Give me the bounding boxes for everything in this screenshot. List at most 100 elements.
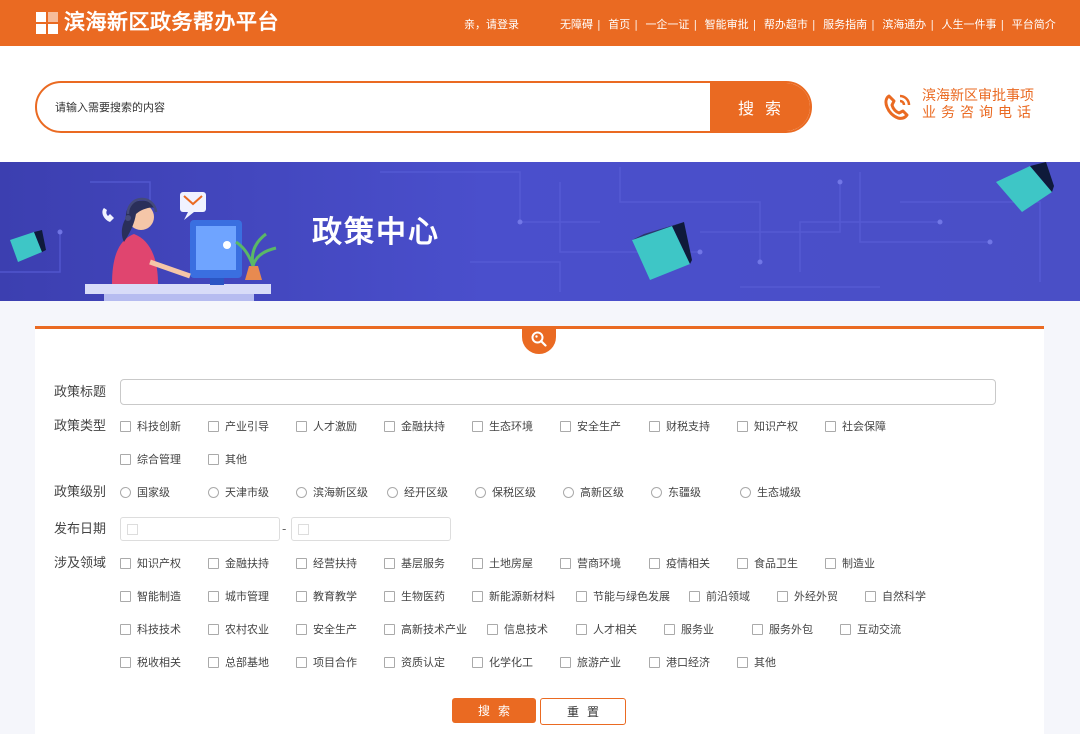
date-start-input[interactable] bbox=[120, 517, 280, 541]
nav-smart-approval[interactable]: 智能审批 bbox=[705, 18, 749, 31]
checkbox[interactable] bbox=[384, 657, 395, 668]
checkbox[interactable] bbox=[208, 454, 219, 465]
domain-option[interactable]: 智能制造 bbox=[120, 590, 181, 604]
domain-option[interactable]: 自然科学 bbox=[865, 590, 926, 604]
domain-option[interactable]: 税收相关 bbox=[120, 656, 181, 670]
policy-level-option[interactable]: 东疆级 bbox=[651, 486, 701, 500]
checkbox[interactable] bbox=[120, 657, 131, 668]
checkbox[interactable] bbox=[649, 421, 660, 432]
domain-option[interactable]: 科技技术 bbox=[120, 623, 181, 637]
radio[interactable] bbox=[120, 487, 131, 498]
domain-option[interactable]: 经营扶持 bbox=[296, 557, 357, 571]
domain-option[interactable]: 旅游产业 bbox=[560, 656, 621, 670]
checkbox[interactable] bbox=[120, 454, 131, 465]
radio[interactable] bbox=[387, 487, 398, 498]
nav-home[interactable]: 首页 bbox=[608, 18, 630, 31]
checkbox[interactable] bbox=[487, 624, 498, 635]
checkbox[interactable] bbox=[737, 421, 748, 432]
radio[interactable] bbox=[740, 487, 751, 498]
checkbox[interactable] bbox=[576, 591, 587, 602]
domain-option[interactable]: 港口经济 bbox=[649, 656, 710, 670]
policy-type-option[interactable]: 安全生产 bbox=[560, 420, 621, 434]
checkbox[interactable] bbox=[296, 591, 307, 602]
policy-level-option[interactable]: 天津市级 bbox=[208, 486, 269, 500]
radio[interactable] bbox=[296, 487, 307, 498]
domain-option[interactable]: 信息技术 bbox=[487, 623, 548, 637]
domain-option[interactable]: 前沿领域 bbox=[689, 590, 750, 604]
checkbox[interactable] bbox=[472, 657, 483, 668]
domain-option[interactable]: 疫情相关 bbox=[649, 557, 710, 571]
checkbox[interactable] bbox=[384, 558, 395, 569]
checkbox[interactable] bbox=[840, 624, 851, 635]
checkbox[interactable] bbox=[296, 624, 307, 635]
domain-option[interactable]: 化学化工 bbox=[472, 656, 533, 670]
radio[interactable] bbox=[208, 487, 219, 498]
checkbox[interactable] bbox=[384, 624, 395, 635]
checkbox[interactable] bbox=[576, 624, 587, 635]
date-end-input[interactable] bbox=[291, 517, 451, 541]
checkbox[interactable] bbox=[208, 591, 219, 602]
domain-option[interactable]: 安全生产 bbox=[296, 623, 357, 637]
nav-binhai-tongban[interactable]: 滨海通办 bbox=[882, 18, 926, 31]
checkbox[interactable] bbox=[560, 558, 571, 569]
checkbox[interactable] bbox=[296, 657, 307, 668]
radio[interactable] bbox=[651, 487, 662, 498]
domain-option[interactable]: 节能与绿色发展 bbox=[576, 590, 670, 604]
nav-accessibility[interactable]: 无障碍 bbox=[560, 18, 593, 31]
checkbox[interactable] bbox=[208, 421, 219, 432]
domain-option[interactable]: 制造业 bbox=[825, 557, 875, 571]
policy-type-option[interactable]: 知识产权 bbox=[737, 420, 798, 434]
policy-level-option[interactable]: 国家级 bbox=[120, 486, 170, 500]
policy-type-option[interactable]: 社会保障 bbox=[825, 420, 886, 434]
nav-platform-intro[interactable]: 平台简介 bbox=[1012, 18, 1056, 31]
domain-option[interactable]: 项目合作 bbox=[296, 656, 357, 670]
filter-reset-button[interactable]: 重置 bbox=[540, 698, 626, 725]
checkbox[interactable] bbox=[737, 558, 748, 569]
domain-option[interactable]: 农村农业 bbox=[208, 623, 269, 637]
nav-help-market[interactable]: 帮办超市 bbox=[764, 18, 808, 31]
domain-option[interactable]: 生物医药 bbox=[384, 590, 445, 604]
policy-type-option[interactable]: 综合管理 bbox=[120, 453, 181, 467]
domain-option[interactable]: 其他 bbox=[737, 656, 776, 670]
domain-option[interactable]: 土地房屋 bbox=[472, 557, 533, 571]
checkbox[interactable] bbox=[472, 421, 483, 432]
checkbox[interactable] bbox=[560, 657, 571, 668]
checkbox[interactable] bbox=[120, 591, 131, 602]
checkbox[interactable] bbox=[120, 421, 131, 432]
policy-type-option[interactable]: 其他 bbox=[208, 453, 247, 467]
nav-life-event[interactable]: 人生一件事 bbox=[942, 18, 997, 31]
nav-one-license[interactable]: 一企一证 bbox=[645, 18, 689, 31]
domain-option[interactable]: 互动交流 bbox=[840, 623, 901, 637]
filter-search-button[interactable]: 搜索 bbox=[452, 698, 536, 723]
domain-option[interactable]: 服务业 bbox=[664, 623, 714, 637]
search-button[interactable]: 搜 索 bbox=[710, 83, 810, 131]
policy-type-option[interactable]: 人才激励 bbox=[296, 420, 357, 434]
checkbox[interactable] bbox=[208, 624, 219, 635]
checkbox[interactable] bbox=[752, 624, 763, 635]
policy-type-option[interactable]: 科技创新 bbox=[120, 420, 181, 434]
checkbox[interactable] bbox=[472, 558, 483, 569]
checkbox[interactable] bbox=[777, 591, 788, 602]
radio[interactable] bbox=[475, 487, 486, 498]
checkbox[interactable] bbox=[120, 558, 131, 569]
domain-option[interactable]: 基层服务 bbox=[384, 557, 445, 571]
domain-option[interactable]: 城市管理 bbox=[208, 590, 269, 604]
checkbox[interactable] bbox=[737, 657, 748, 668]
domain-option[interactable]: 人才相关 bbox=[576, 623, 637, 637]
domain-option[interactable]: 高新技术产业 bbox=[384, 623, 467, 637]
domain-option[interactable]: 外经外贸 bbox=[777, 590, 838, 604]
checkbox[interactable] bbox=[825, 421, 836, 432]
checkbox[interactable] bbox=[296, 558, 307, 569]
checkbox[interactable] bbox=[384, 591, 395, 602]
domain-option[interactable]: 资质认定 bbox=[384, 656, 445, 670]
checkbox[interactable] bbox=[649, 657, 660, 668]
policy-level-option[interactable]: 生态城级 bbox=[740, 486, 801, 500]
checkbox[interactable] bbox=[649, 558, 660, 569]
checkbox[interactable] bbox=[664, 624, 675, 635]
domain-option[interactable]: 教育教学 bbox=[296, 590, 357, 604]
policy-level-option[interactable]: 高新区级 bbox=[563, 486, 624, 500]
domain-option[interactable]: 食品卫生 bbox=[737, 557, 798, 571]
domain-option[interactable]: 金融扶持 bbox=[208, 557, 269, 571]
policy-level-option[interactable]: 保税区级 bbox=[475, 486, 536, 500]
domain-option[interactable]: 总部基地 bbox=[208, 656, 269, 670]
